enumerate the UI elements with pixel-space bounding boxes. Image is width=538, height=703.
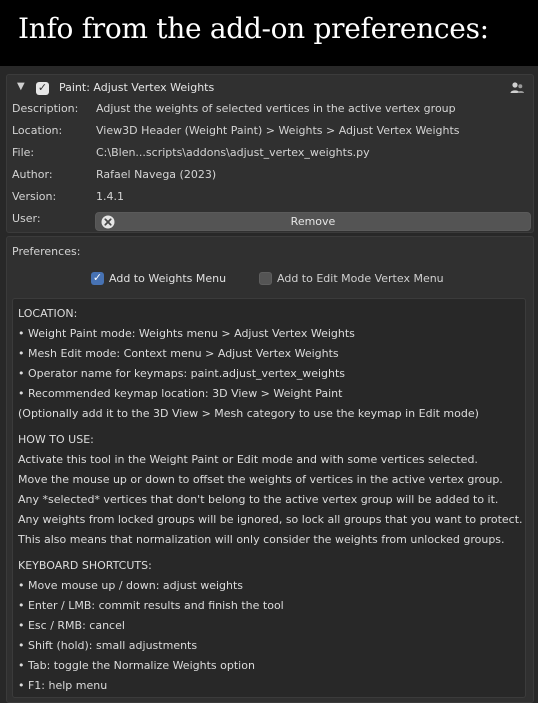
checkmark-icon: ✓ <box>37 81 48 94</box>
help-line: • Operator name for keymaps: paint.adjus… <box>18 367 346 380</box>
addon-name: Paint: Adjust Vertex Weights <box>59 81 215 94</box>
file-value: C:\Blen...scripts\addons\adjust_vertex_w… <box>96 146 370 159</box>
checkbox-icon[interactable] <box>259 272 272 285</box>
help-line: • Mesh Edit mode: Context menu > Adjust … <box>18 347 339 360</box>
help-line: Any weights from locked groups will be i… <box>18 513 523 526</box>
help-line: Any *selected* vertices that don't belon… <box>18 493 499 506</box>
author-value: Rafael Navega (2023) <box>96 168 217 181</box>
version-key: Version: <box>12 190 57 203</box>
addon-panel: ▼ ✓ Paint: Adjust Vertex Weights Descrip… <box>6 74 534 233</box>
help-line: This also means that normalization will … <box>18 533 505 546</box>
help-line: • Enter / LMB: commit results and finish… <box>18 599 284 612</box>
help-line: • Tab: toggle the Normalize Weights opti… <box>18 659 255 672</box>
author-key: Author: <box>12 168 53 181</box>
version-row: Version: 1.4.1 <box>7 187 533 207</box>
help-line: • Move mouse up / down: adjust weights <box>18 579 244 592</box>
help-line: LOCATION: <box>18 307 78 320</box>
checkbox-icon[interactable]: ✓ <box>91 271 104 285</box>
addon-panel-header[interactable]: ▼ ✓ Paint: Adjust Vertex Weights <box>7 75 533 101</box>
help-line: • Recommended keymap location: 3D View >… <box>18 387 343 400</box>
addon-enable-checkbox[interactable]: ✓ <box>36 81 49 95</box>
help-line: • Shift (hold): small adjustments <box>18 639 198 652</box>
preferences-label: Preferences: <box>12 245 81 258</box>
banner: Info from the add-on preferences: <box>0 0 538 66</box>
location-key: Location: <box>12 124 63 137</box>
user-key: User: <box>12 212 41 225</box>
option-label: Add to Edit Mode Vertex Menu <box>277 272 444 285</box>
disclosure-triangle-icon[interactable]: ▼ <box>17 81 25 92</box>
banner-title: Info from the add-on preferences: <box>18 12 489 45</box>
users-icon[interactable] <box>509 80 525 96</box>
file-row: File: C:\Blen...scripts\addons\adjust_ve… <box>7 143 533 163</box>
help-line: • F1: help menu <box>18 679 108 692</box>
checkmark-icon: ✓ <box>92 271 103 284</box>
remove-button[interactable]: Remove <box>95 212 531 231</box>
preferences-panel: Preferences: ✓ Add to Weights Menu Add t… <box>6 236 534 703</box>
location-value: View3D Header (Weight Paint) > Weights >… <box>96 124 460 137</box>
option-label: Add to Weights Menu <box>109 272 227 285</box>
help-line: HOW TO USE: <box>18 433 94 446</box>
help-line: • Esc / RMB: cancel <box>18 619 125 632</box>
help-line: KEYBOARD SHORTCUTS: <box>18 559 152 572</box>
help-line: • Weight Paint mode: Weights menu > Adju… <box>18 327 355 340</box>
user-row: User: Remove <box>7 209 533 231</box>
preferences-window: ▼ ✓ Paint: Adjust Vertex Weights Descrip… <box>0 66 538 703</box>
help-line: Move the mouse up or down to offset the … <box>18 473 503 486</box>
author-row: Author: Rafael Navega (2023) <box>7 165 533 185</box>
description-row: Description: Adjust the weights of selec… <box>7 99 533 119</box>
description-key: Description: <box>12 102 79 115</box>
description-value: Adjust the weights of selected vertices … <box>96 102 456 115</box>
location-row: Location: View3D Header (Weight Paint) >… <box>7 121 533 141</box>
help-line: (Optionally add it to the 3D View > Mesh… <box>18 407 479 420</box>
file-key: File: <box>12 146 35 159</box>
help-text-box: LOCATION: • Weight Paint mode: Weights m… <box>12 298 526 698</box>
remove-button-label: Remove <box>290 215 336 228</box>
help-line: Activate this tool in the Weight Paint o… <box>18 453 478 466</box>
version-value: 1.4.1 <box>96 190 124 203</box>
